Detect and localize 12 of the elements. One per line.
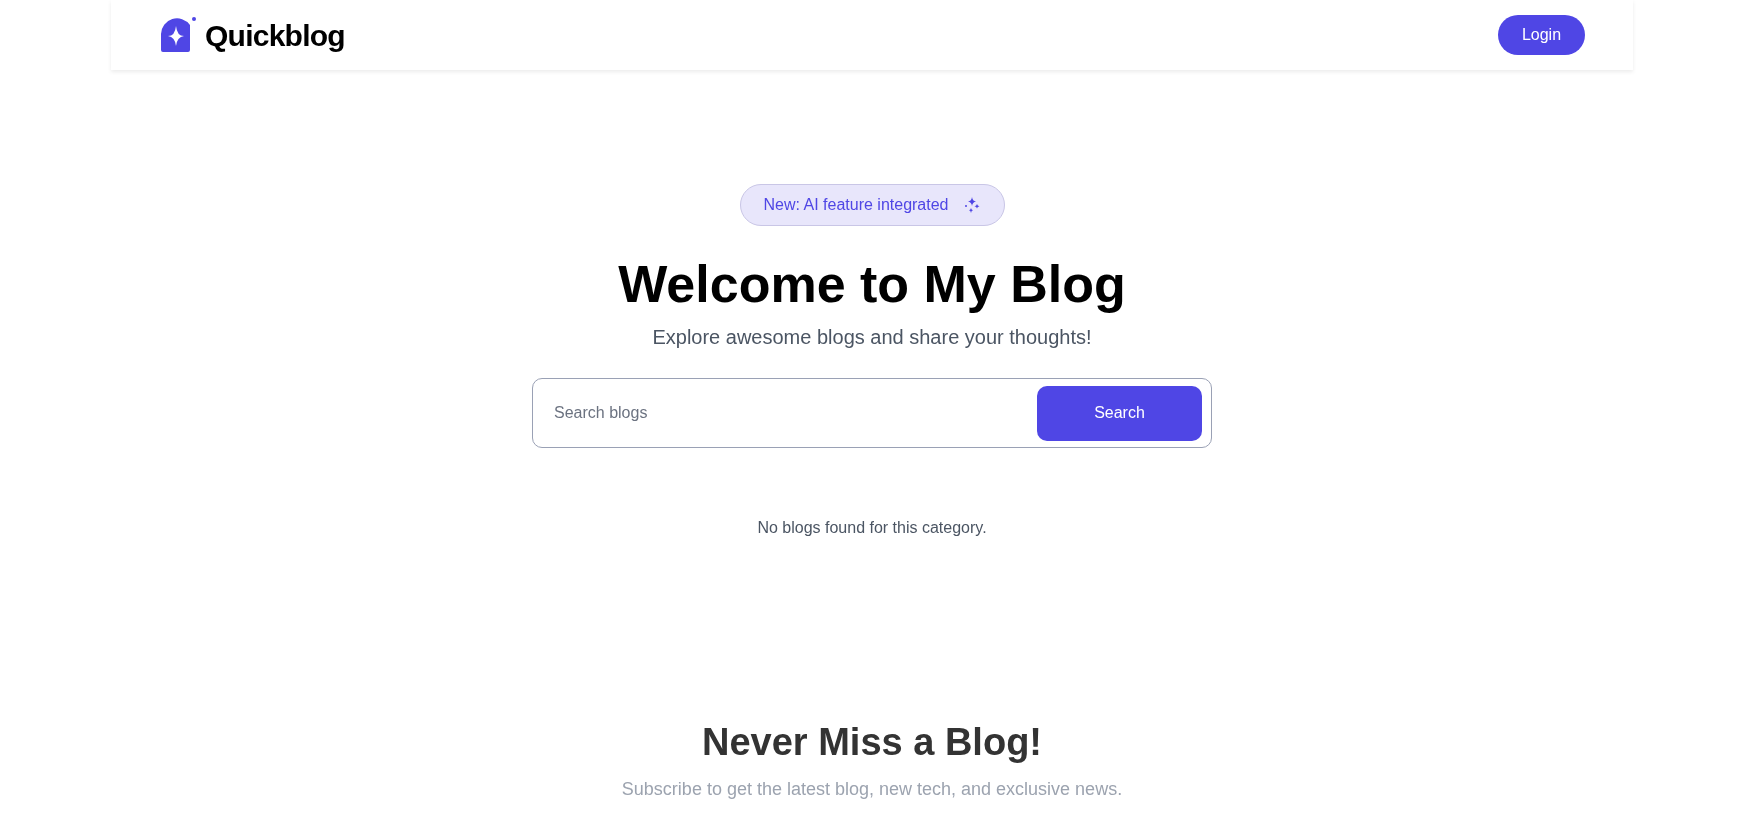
login-button[interactable]: Login	[1498, 15, 1585, 55]
logo-icon	[159, 16, 197, 54]
search-button[interactable]: Search	[1037, 385, 1202, 441]
badge-text: New: AI feature integrated	[763, 195, 949, 215]
search-field[interactable]: Search blogs Search	[532, 378, 1212, 448]
sparkle-icon	[962, 196, 981, 214]
newsletter-title: Never Miss a Blog!	[702, 720, 1042, 765]
logo-text: Quickblog	[205, 17, 345, 54]
hero-subtitle: Explore awesome blogs and share your thoughts!	[652, 325, 1092, 350]
hero-title: Welcome to My Blog	[618, 254, 1126, 315]
empty-message: No blogs found for this category.	[757, 518, 987, 538]
newsletter-subtitle: Subscribe to get the latest blog, new tech, and exclusive news.	[621, 778, 1123, 801]
